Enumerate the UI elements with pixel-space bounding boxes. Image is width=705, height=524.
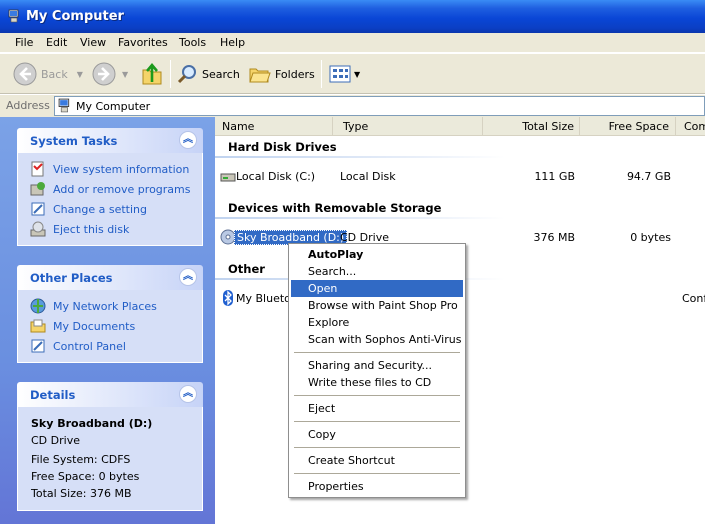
task-change-setting[interactable]: Change a setting [30, 199, 202, 219]
place-control-panel[interactable]: Control Panel [30, 336, 202, 356]
folders-icon [249, 68, 271, 83]
control-panel-icon [31, 339, 45, 353]
column-type[interactable]: Type [333, 117, 483, 136]
ctx-explore[interactable]: Explore [291, 314, 463, 331]
details-free-space: Free Space: 0 bytes [31, 470, 140, 483]
drive-row-local-disk[interactable]: Local Disk (C:) Local Disk 111 GB 94.7 G… [215, 168, 705, 185]
ctx-copy[interactable]: Copy [291, 426, 463, 443]
system-tasks-panel: System Tasks ︽ View system information A… [17, 128, 203, 246]
views-icon [329, 65, 351, 83]
other-places-panel: Other Places ︽ My Network Places My Docu… [17, 265, 203, 363]
search-button[interactable]: Search [176, 60, 240, 88]
forward-button[interactable]: ▼ [92, 60, 128, 88]
address-bar: Address My Computer [0, 95, 705, 117]
bluetooth-icon [223, 290, 233, 306]
other-places-header[interactable]: Other Places ︽ [17, 265, 203, 290]
window-title: My Computer [26, 9, 124, 24]
ctx-eject[interactable]: Eject [291, 400, 463, 417]
up-folder-icon [142, 62, 162, 85]
task-pane: System Tasks ︽ View system information A… [0, 117, 215, 524]
context-menu: AutoPlay Search... Open Browse with Pain… [288, 243, 466, 498]
control-panel-icon [31, 202, 45, 216]
task-add-remove-programs[interactable]: Add or remove programs [30, 179, 202, 199]
group-other[interactable]: Other [228, 262, 265, 276]
network-places-icon [30, 298, 46, 314]
task-eject-disk[interactable]: Eject this disk [30, 219, 202, 239]
details-file-system: File System: CDFS [31, 453, 131, 466]
group-hard-disk-drives[interactable]: Hard Disk Drives [228, 140, 337, 154]
system-tasks-header[interactable]: System Tasks ︽ [17, 128, 203, 153]
computer-icon [58, 98, 70, 113]
back-label: Back [41, 67, 68, 81]
place-network[interactable]: My Network Places [30, 296, 202, 316]
column-header: Name Type Total Size Free Space Com [215, 117, 705, 136]
back-dropdown-icon[interactable]: ▼ [77, 70, 83, 79]
menu-view[interactable]: View [80, 36, 106, 49]
collapse-chevron-icon[interactable]: ︽ [179, 131, 197, 149]
ctx-autoplay[interactable]: AutoPlay [291, 246, 463, 263]
search-icon [177, 65, 196, 84]
menu-help[interactable]: Help [220, 36, 245, 49]
add-remove-programs-icon [30, 182, 45, 196]
task-view-system-info[interactable]: View system information [30, 159, 202, 179]
details-header[interactable]: Details ︽ [17, 382, 203, 407]
ctx-scan-sophos[interactable]: Scan with Sophos Anti-Virus [291, 331, 463, 348]
column-free-space[interactable]: Free Space [580, 117, 676, 136]
address-label: Address [6, 99, 50, 112]
folders-label: Folders [275, 67, 315, 81]
menu-edit[interactable]: Edit [46, 36, 67, 49]
details-total-size: Total Size: 376 MB [31, 487, 132, 500]
column-comments[interactable]: Com [676, 117, 705, 136]
column-name[interactable]: Name [215, 117, 333, 136]
place-documents[interactable]: My Documents [30, 316, 202, 336]
ctx-write-to-cd[interactable]: Write these files to CD [291, 374, 463, 391]
title-bar[interactable]: My Computer [0, 0, 705, 33]
menu-favorites[interactable]: Favorites [118, 36, 168, 49]
hard-drive-icon [220, 173, 236, 182]
computer-icon [8, 9, 19, 23]
ctx-browse-paint-shop[interactable]: Browse with Paint Shop Pro [291, 297, 463, 314]
views-button[interactable]: ▼ [329, 60, 360, 88]
forward-dropdown-icon[interactable]: ▼ [122, 70, 128, 79]
collapse-chevron-icon[interactable]: ︽ [179, 268, 197, 286]
system-tasks-title: System Tasks [30, 134, 118, 148]
back-arrow-icon [13, 62, 37, 86]
eject-disk-icon [30, 221, 46, 237]
ctx-sharing-security[interactable]: Sharing and Security... [291, 357, 463, 374]
back-button[interactable]: Back ▼ [13, 60, 83, 88]
details-drive-name: Sky Broadband (D:) [31, 417, 153, 430]
system-info-icon [31, 161, 44, 177]
toolbar: Back ▼ ▼ Search Folders ▼ [0, 54, 705, 94]
details-panel: Details ︽ Sky Broadband (D:) CD Drive Fi… [17, 382, 203, 511]
views-dropdown-icon[interactable]: ▼ [354, 70, 360, 79]
search-label: Search [202, 67, 240, 81]
address-value: My Computer [76, 100, 151, 113]
folders-button[interactable]: Folders [249, 60, 315, 88]
menu-tools[interactable]: Tools [179, 36, 206, 49]
up-folder-button[interactable] [141, 60, 163, 88]
ctx-open[interactable]: Open [291, 280, 463, 297]
collapse-chevron-icon[interactable]: ︽ [179, 385, 197, 403]
my-documents-icon [30, 319, 46, 333]
forward-arrow-icon [92, 62, 116, 86]
menu-bar: File Edit View Favorites Tools Help [0, 33, 705, 53]
details-title: Details [30, 388, 76, 402]
group-removable-storage[interactable]: Devices with Removable Storage [228, 201, 441, 215]
column-total-size[interactable]: Total Size [483, 117, 580, 136]
address-field[interactable]: My Computer [54, 96, 705, 116]
details-drive-type: CD Drive [31, 434, 80, 447]
ctx-search[interactable]: Search... [291, 263, 463, 280]
ctx-properties[interactable]: Properties [291, 478, 463, 495]
menu-file[interactable]: File [15, 36, 33, 49]
other-places-title: Other Places [30, 271, 113, 285]
ctx-create-shortcut[interactable]: Create Shortcut [291, 452, 463, 469]
